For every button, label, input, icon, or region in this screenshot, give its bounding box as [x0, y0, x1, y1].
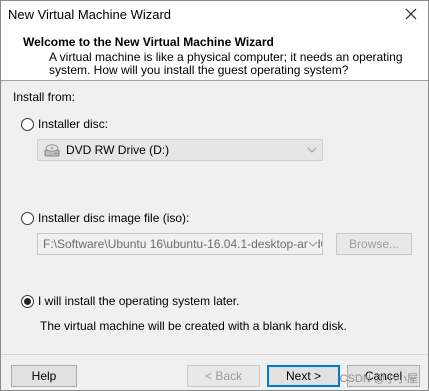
install-later-radio[interactable]	[21, 294, 34, 308]
close-icon	[405, 8, 417, 20]
help-button[interactable]: Help	[11, 365, 77, 387]
wizard-footer: Help < Back Next > Cancel CSDN @小小屋	[1, 354, 428, 390]
iso-file-radio[interactable]	[21, 211, 34, 225]
install-later-label: I will install the operating system late…	[38, 294, 240, 308]
browse-button[interactable]: Browse...	[336, 233, 412, 255]
window-title: New Virtual Machine Wizard	[8, 7, 172, 22]
install-from-label: Install from:	[13, 90, 76, 104]
next-button[interactable]: Next >	[267, 365, 340, 387]
close-button[interactable]	[398, 3, 424, 25]
installer-disc-option[interactable]: Installer disc:	[21, 117, 108, 131]
title-bar: New Virtual Machine Wizard	[1, 1, 428, 29]
installer-disc-label: Installer disc:	[38, 117, 109, 131]
back-button[interactable]: < Back	[187, 365, 260, 387]
watermark: CSDN @小小屋	[339, 373, 418, 385]
installer-disc-radio[interactable]	[21, 117, 34, 131]
dvd-drive-icon	[44, 144, 60, 157]
wizard-window: New Virtual Machine Wizard Welcome to th…	[0, 0, 429, 391]
chevron-down-icon	[308, 239, 318, 249]
chevron-down-icon	[307, 147, 317, 153]
header-title: Welcome to the New Virtual Machine Wizar…	[23, 35, 274, 49]
disc-drive-value: DVD RW Drive (D:)	[66, 143, 170, 157]
iso-path-value: F:\Software\Ubuntu 16\ubuntu-16.04.1-des…	[43, 237, 323, 251]
iso-path-field: F:\Software\Ubuntu 16\ubuntu-16.04.1-des…	[37, 233, 323, 255]
wizard-header: Welcome to the New Virtual Machine Wizar…	[1, 29, 428, 81]
disc-drive-select: DVD RW Drive (D:)	[37, 139, 323, 161]
iso-file-option[interactable]: Installer disc image file (iso):	[21, 211, 189, 225]
wizard-body: Install from: Installer disc: DVD RW Dri…	[1, 82, 428, 354]
install-later-option[interactable]: I will install the operating system late…	[21, 294, 239, 308]
install-later-description: The virtual machine will be created with…	[40, 319, 347, 333]
header-description: A virtual machine is like a physical com…	[49, 50, 403, 77]
iso-file-label: Installer disc image file (iso):	[38, 211, 190, 225]
